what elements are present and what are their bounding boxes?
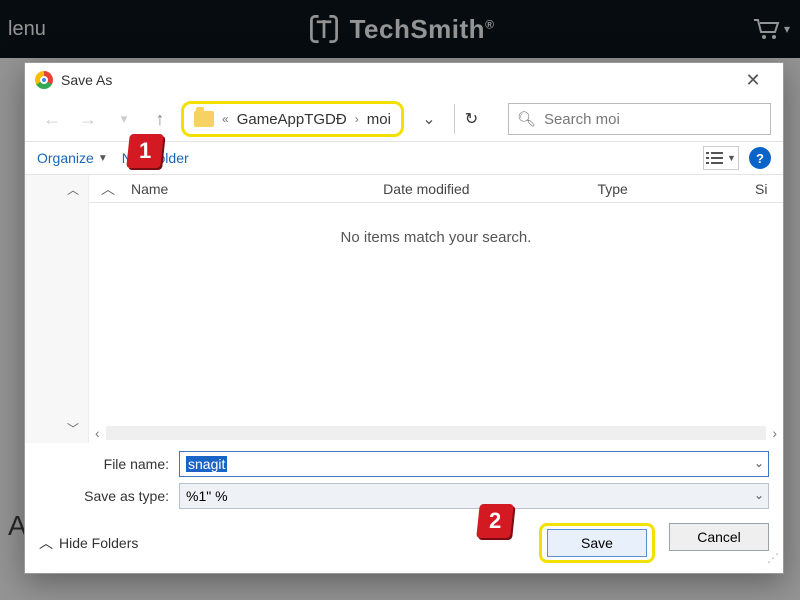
save-button[interactable]: Save bbox=[547, 529, 647, 557]
hide-folders-toggle[interactable]: ︿ Hide Folders bbox=[39, 533, 138, 553]
address-dropdown[interactable]: ⌄ bbox=[414, 104, 444, 134]
column-date[interactable]: Date modified bbox=[371, 181, 585, 197]
back-button[interactable]: ← bbox=[37, 104, 67, 134]
folder-icon bbox=[194, 111, 214, 127]
column-type[interactable]: Type bbox=[585, 181, 743, 197]
chevron-right-icon: › bbox=[355, 112, 359, 126]
cart-icon bbox=[752, 17, 782, 41]
recent-button[interactable]: ▾ bbox=[109, 104, 139, 134]
path-parent[interactable]: GameAppTGDĐ bbox=[237, 111, 347, 128]
scroll-left-icon[interactable]: ‹ bbox=[95, 425, 100, 441]
path-current[interactable]: moi bbox=[367, 111, 391, 128]
dialog-bottom: File name: snagit ⌄ Save as type: %1" % … bbox=[25, 443, 783, 573]
column-size[interactable]: Si bbox=[743, 181, 783, 197]
save-button-highlight: Save bbox=[539, 523, 655, 563]
chevron-down-icon[interactable]: ⌄ bbox=[754, 488, 764, 502]
column-headers[interactable]: ︿ Name Date modified Type Si bbox=[89, 175, 783, 203]
close-button[interactable]: ✕ bbox=[733, 70, 773, 91]
site-header: lenu TechSmith® ▾ bbox=[0, 0, 800, 58]
scrollbar-track[interactable] bbox=[106, 426, 767, 440]
search-icon: 🔍︎ bbox=[517, 110, 536, 128]
view-list-icon bbox=[706, 151, 724, 165]
up-button[interactable]: ↑ bbox=[145, 104, 175, 134]
dialog-titlebar: Save As ✕ bbox=[25, 63, 783, 97]
cancel-button[interactable]: Cancel bbox=[669, 523, 769, 551]
filename-input[interactable]: snagit ⌄ bbox=[179, 451, 769, 477]
search-placeholder: Search moi bbox=[544, 111, 620, 128]
filename-label: File name: bbox=[39, 456, 179, 472]
refresh-button[interactable]: ↻ bbox=[454, 104, 488, 134]
scroll-right-icon[interactable]: › bbox=[772, 425, 777, 441]
techsmith-logo-icon bbox=[306, 11, 342, 47]
saveastype-select[interactable]: %1" % ⌄ bbox=[179, 483, 769, 509]
brand-logo: TechSmith® bbox=[306, 11, 495, 47]
chevron-up-icon: ︿ bbox=[39, 533, 53, 553]
annotation-1: 1 bbox=[126, 134, 164, 168]
filename-value: snagit bbox=[186, 456, 227, 472]
forward-button[interactable]: → bbox=[73, 104, 103, 134]
address-bar[interactable]: « GameAppTGDĐ › moi bbox=[181, 101, 404, 137]
saveastype-label: Save as type: bbox=[39, 488, 179, 504]
chrome-icon bbox=[35, 71, 53, 89]
annotation-2: 2 bbox=[476, 504, 514, 538]
menu-button[interactable]: lenu bbox=[0, 0, 54, 58]
empty-list-message: No items match your search. bbox=[89, 203, 783, 423]
dialog-title: Save As bbox=[61, 72, 112, 88]
horizontal-scrollbar[interactable]: ‹ › bbox=[89, 423, 783, 443]
help-button[interactable]: ? bbox=[749, 147, 771, 169]
cart-button[interactable]: ▾ bbox=[752, 0, 790, 58]
chevron-down-icon[interactable]: ﹀ bbox=[67, 420, 79, 437]
view-options-button[interactable]: ▼ bbox=[703, 146, 739, 170]
chevron-down-icon[interactable]: ⌄ bbox=[754, 456, 764, 470]
path-prefix: « bbox=[222, 112, 229, 126]
column-name[interactable]: Name bbox=[119, 181, 371, 197]
chevron-up-icon[interactable]: ︿ bbox=[67, 181, 79, 198]
organize-menu[interactable]: Organize▼ bbox=[37, 150, 108, 166]
folder-tree[interactable]: ︿ ﹀ bbox=[25, 175, 89, 443]
search-input[interactable]: 🔍︎ Search moi bbox=[508, 103, 771, 135]
saveastype-value: %1" % bbox=[186, 488, 228, 504]
sort-indicator-icon: ︿ bbox=[89, 179, 119, 199]
file-area: ︿ ﹀ ︿ Name Date modified Type Si No item… bbox=[25, 175, 783, 443]
resize-grip-icon[interactable]: ⋰ bbox=[765, 555, 779, 569]
